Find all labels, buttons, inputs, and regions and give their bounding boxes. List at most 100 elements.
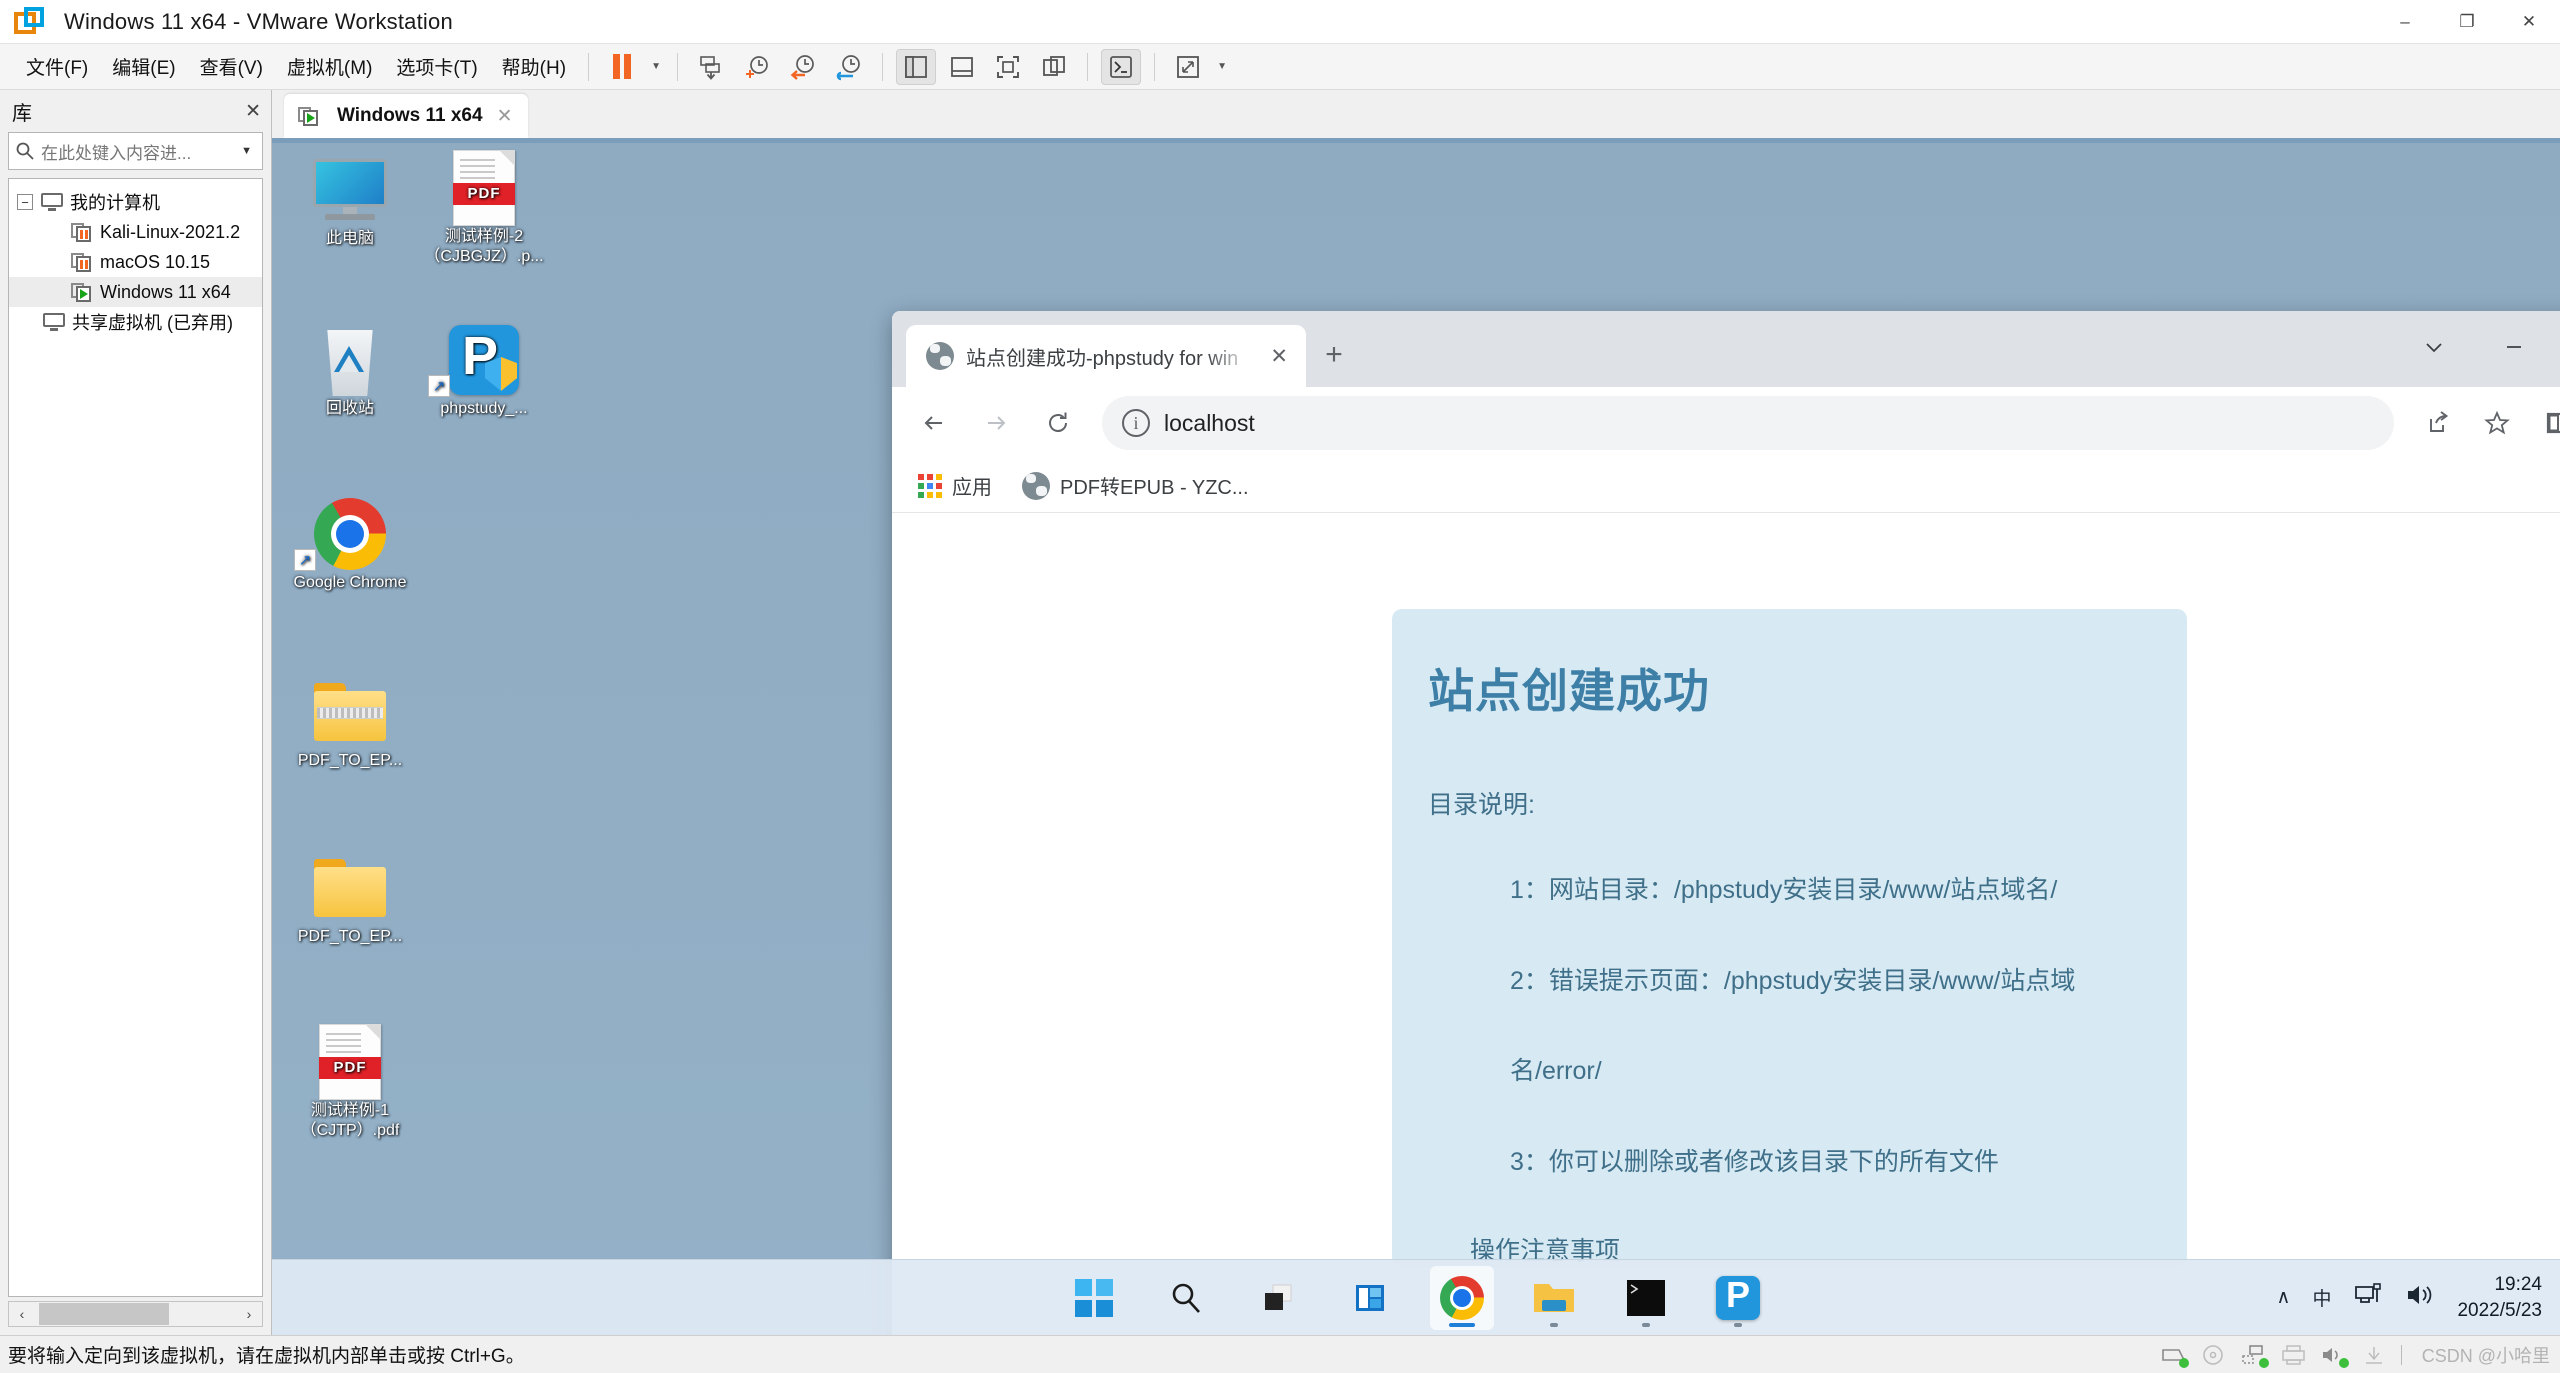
tree-item-macos[interactable]: macOS 10.15 (9, 247, 262, 277)
menu-tabs[interactable]: 选项卡(T) (384, 47, 489, 86)
taskbar-chrome[interactable] (1430, 1265, 1494, 1330)
power-dropdown-chevron-down-icon[interactable]: ▼ (645, 49, 667, 85)
expander-collapse-icon[interactable]: − (17, 194, 33, 210)
tab-search-chevron-down-icon[interactable] (2394, 311, 2474, 383)
chrome-minimize-button[interactable] (2474, 311, 2554, 383)
back-button[interactable] (906, 395, 962, 451)
address-bar[interactable]: i localhost (1102, 396, 2394, 450)
forward-button[interactable] (968, 395, 1024, 451)
taskbar-phpstudy[interactable]: P (1706, 1266, 1770, 1330)
taskbar-apps: P (272, 1265, 2560, 1330)
library-search-box[interactable]: 在此处键入内容进... ▼ (8, 132, 263, 170)
clock-back-icon (790, 54, 814, 80)
desktop-icon-label: PDF_TO_EP... (297, 928, 403, 945)
monitor-icon (43, 313, 65, 331)
stretch-dropdown-chevron-down-icon[interactable]: ▼ (1211, 49, 1233, 85)
desktop-icon-pdf-to-ep-folder[interactable]: PDF_TO_EP... (288, 849, 412, 947)
menu-file[interactable]: 文件(F) (14, 47, 100, 86)
new-tab-button[interactable]: + (1306, 327, 1362, 383)
search-button[interactable] (1154, 1266, 1218, 1330)
library-close-icon[interactable]: ✕ (245, 100, 261, 123)
snapshot-manager-button[interactable] (737, 49, 777, 85)
printer-status-icon[interactable] (2281, 1344, 2307, 1366)
info-circle-icon[interactable]: i (1122, 409, 1150, 437)
phpstudy-icon: P (1716, 1275, 1760, 1320)
chrome-window-controls (2394, 311, 2560, 383)
vmware-statusbar: 要将输入定向到该虚拟机，请在虚拟机内部单击或按 Ctrl+G。 CSDN @小哈… (0, 1335, 2560, 1373)
tree-item-my-computer[interactable]: − 我的计算机 (9, 187, 262, 217)
vm-tabstrip: Windows 11 x64 ✕ (272, 90, 2560, 138)
clock-plus-icon (746, 55, 768, 78)
chrome-tab-active[interactable]: 站点创建成功-phpstudy for win ✕ (906, 325, 1306, 387)
usb-status-icon[interactable] (2361, 1344, 2387, 1366)
suspend-button[interactable] (602, 49, 642, 85)
desktop-icon-test-sample-1[interactable]: PDF 测试样例-1（CJTP）.pdf (288, 1023, 412, 1141)
desktop-icon-recycle-bin[interactable]: 回收站 (288, 321, 412, 419)
snapshot-take-button[interactable] (691, 49, 731, 85)
library-panel: 库 ✕ 在此处键入内容进... ▼ − 我的计算机 Kali-Linux-202… (0, 90, 272, 1335)
menu-help[interactable]: 帮助(H) (490, 47, 578, 86)
window-controls: – ❐ ✕ (2374, 0, 2560, 44)
desktop-icon-this-pc[interactable]: 此电脑 (288, 151, 412, 249)
manage-snapshots-button[interactable] (829, 49, 869, 85)
menu-view[interactable]: 查看(V) (188, 47, 275, 86)
tray-ime-indicator[interactable]: 中 (2312, 1284, 2331, 1311)
revert-snapshot-button[interactable] (783, 49, 823, 85)
system-tray: ∧ 中 19:24 2022/5/23 (2277, 1260, 2560, 1336)
fullscreen-button[interactable] (988, 49, 1028, 85)
show-thumbnail-bar-button[interactable] (942, 49, 982, 85)
snapshot-icon (700, 55, 720, 80)
share-icon[interactable] (2410, 396, 2464, 450)
scroll-left-icon[interactable]: ‹ (9, 1306, 35, 1322)
minimize-button[interactable]: – (2374, 0, 2436, 44)
tree-item-windows-11[interactable]: Windows 11 x64 (9, 277, 262, 307)
tree-item-shared-vms[interactable]: 共享虚拟机 (已弃用) (9, 307, 262, 337)
desktop-icon-pdf-to-ep-zip[interactable]: PDF_TO_EP... (288, 673, 412, 771)
volume-icon[interactable] (2405, 1282, 2435, 1314)
network-icon[interactable] (2353, 1281, 2383, 1315)
scroll-right-icon[interactable]: › (236, 1306, 262, 1322)
directory-description-label: 目录说明: (1428, 791, 1535, 819)
desktop-icon-test-sample-2[interactable]: PDF 测试样例-2（CJBGJZ）.p... (422, 149, 546, 267)
bookmark-pdf-to-epub[interactable]: PDF转EPUB - YZC... (1012, 465, 1259, 506)
tree-item-kali-linux[interactable]: Kali-Linux-2021.2 (9, 217, 262, 247)
tray-overflow-chevron-up-icon[interactable]: ∧ (2277, 1286, 2291, 1309)
desktop-icon-google-chrome[interactable]: ↗ Google Chrome (288, 495, 412, 593)
reload-button[interactable] (1030, 395, 1086, 451)
show-library-button[interactable] (896, 48, 937, 85)
cdrom-status-icon[interactable] (2201, 1344, 2227, 1366)
guest-screen[interactable]: 此电脑 PDF 测试样例-2（CJBGJZ）.p... 回收站 P ↗ phps… (272, 138, 2560, 1335)
menu-edit[interactable]: 编辑(E) (100, 47, 187, 86)
network-status-icon[interactable] (2241, 1344, 2269, 1368)
bookmark-apps[interactable]: 应用 (908, 465, 1002, 506)
side-panel-icon[interactable] (2530, 396, 2560, 450)
taskbar-clock[interactable]: 19:24 2022/5/23 (2457, 1272, 2542, 1323)
console-button[interactable] (1101, 48, 1142, 85)
clock-date: 2022/5/23 (2457, 1299, 2542, 1321)
close-button[interactable]: ✕ (2498, 0, 2560, 44)
scrollbar-thumb[interactable] (39, 1303, 169, 1325)
statusbar-separator (2400, 1344, 2402, 1365)
vm-tab-windows-11[interactable]: Windows 11 x64 ✕ (284, 94, 529, 138)
chrome-maximize-button[interactable] (2554, 311, 2560, 383)
task-view-button[interactable] (1246, 1266, 1310, 1330)
chrome-tab-close-icon[interactable]: ✕ (1264, 344, 1294, 369)
library-search-chevron-down-icon[interactable]: ▼ (237, 145, 256, 157)
vm-tab-close-icon[interactable]: ✕ (493, 105, 517, 128)
desktop-icon-label: 测试样例-1（CJTP）.pdf (300, 1102, 400, 1139)
desktop-icon-phpstudy[interactable]: P ↗ phpstudy_... (422, 321, 546, 419)
sound-status-icon[interactable] (2321, 1344, 2349, 1368)
unity-mode-button[interactable] (1034, 49, 1074, 85)
widgets-button[interactable] (1338, 1266, 1402, 1330)
start-button[interactable] (1062, 1266, 1126, 1330)
phpstudy-icon: P ↗ (422, 321, 546, 399)
taskbar-terminal[interactable] (1614, 1266, 1678, 1330)
maximize-button[interactable]: ❐ (2436, 0, 2498, 44)
bookmark-star-icon[interactable] (2470, 396, 2524, 450)
library-horizontal-scrollbar[interactable]: ‹ › (8, 1301, 263, 1327)
harddisk-status-icon[interactable] (2161, 1344, 2189, 1368)
menu-vm[interactable]: 虚拟机(M) (275, 47, 384, 86)
taskbar-file-explorer[interactable] (1522, 1266, 1586, 1330)
page-heading: 站点创建成功 (1428, 665, 1710, 717)
stretch-button[interactable] (1168, 49, 1208, 85)
